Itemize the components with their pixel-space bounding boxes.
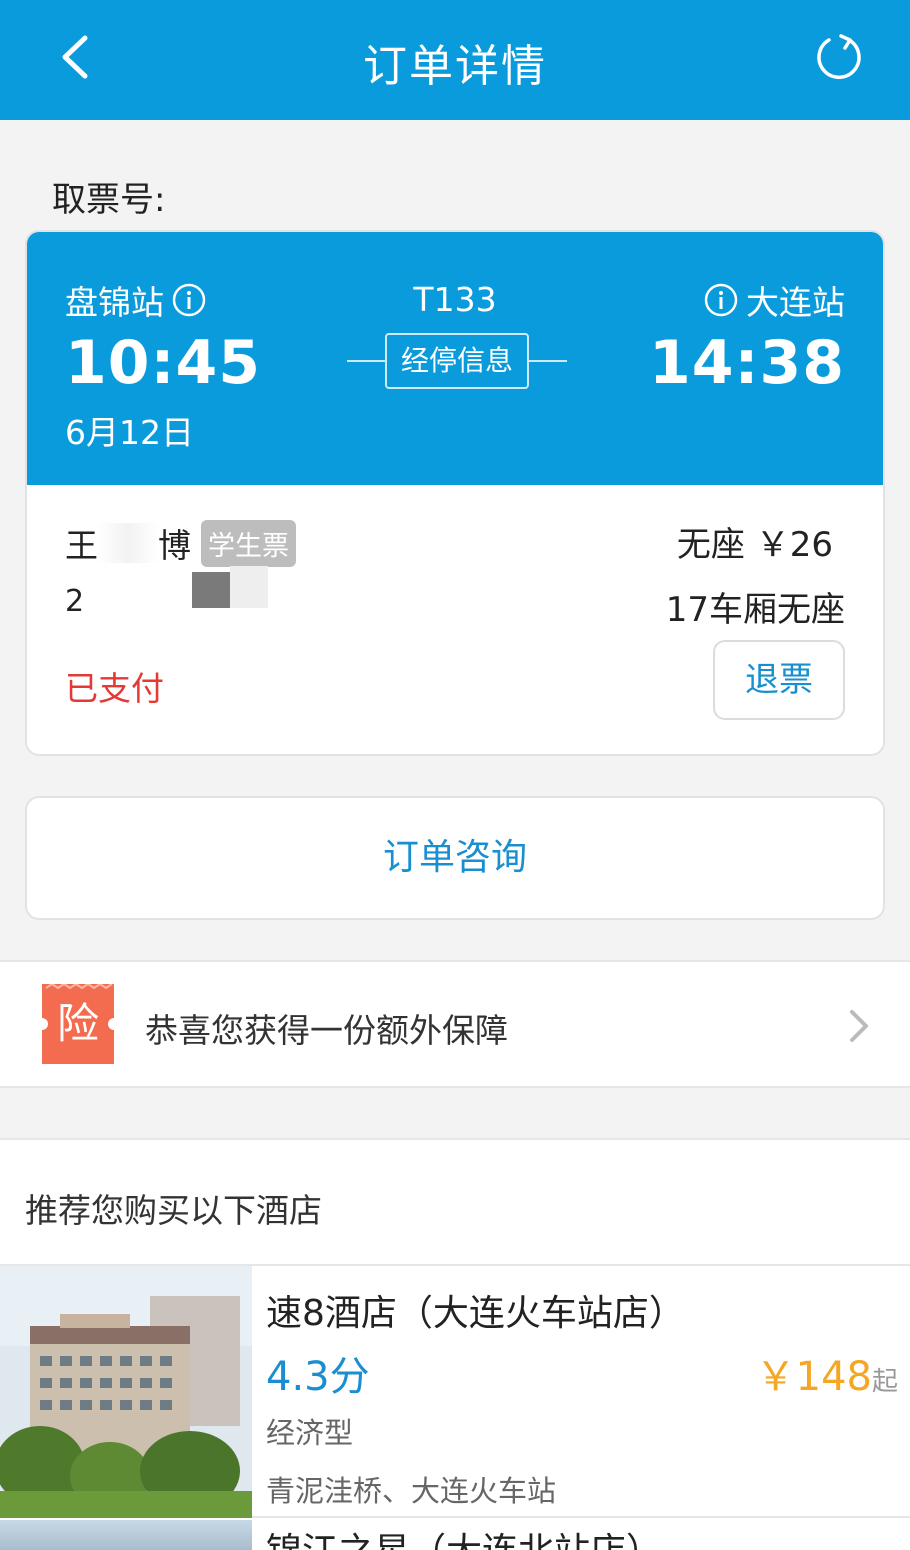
arrive-time: 14:38 — [649, 328, 845, 398]
insurance-text: 恭喜您获得一份额外保障 — [145, 1011, 508, 1050]
to-station-name: 大连站 — [746, 283, 845, 322]
hotel-image — [0, 1266, 252, 1518]
to-station[interactable]: 大连站 — [704, 276, 845, 324]
insurance-icon-char: 险 — [57, 999, 99, 1048]
divider — [347, 360, 387, 362]
redacted-area — [98, 523, 158, 563]
hotel-location: 青泥洼桥、大连火车站 — [266, 1474, 557, 1508]
order-consult-button[interactable]: 订单咨询 — [25, 796, 885, 920]
hotel-recommendations: 推荐您购买以下酒店 速8酒店（大连火车站店） 4.3分 ￥148起 经济型 青泥… — [0, 1138, 910, 1550]
app-header: 订单详情 — [0, 0, 910, 120]
insurance-banner[interactable]: 险 恭喜您获得一份额外保障 — [0, 960, 910, 1088]
hotel-name: 锦江之星（大连北站店） — [266, 1522, 662, 1550]
hotel-image — [0, 1520, 252, 1550]
page-title: 订单详情 — [363, 41, 547, 92]
hotel-price-suffix: 起 — [871, 1367, 898, 1397]
stops-info-button[interactable]: 经停信息 — [347, 333, 567, 389]
depart-time: 10:45 — [65, 328, 261, 398]
hotel-item[interactable]: 锦江之星（大连北站店） — [0, 1520, 910, 1550]
hotel-type: 经济型 — [266, 1416, 354, 1450]
divider — [527, 360, 567, 362]
info-icon[interactable] — [704, 283, 738, 317]
seat-price: 无座 ￥26 — [676, 525, 833, 565]
hotel-price: ￥148起 — [756, 1344, 898, 1402]
insurance-ticket-icon: 险 — [42, 984, 114, 1064]
depart-date: 6月12日 — [65, 413, 194, 452]
order-status: 已支付 — [65, 669, 164, 708]
hotel-name: 速8酒店（大连火车站店） — [266, 1293, 685, 1334]
passenger-name: 王 博 学生票 — [65, 519, 296, 567]
refresh-button[interactable] — [804, 22, 874, 92]
hotels-section-title: 推荐您购买以下酒店 — [25, 1191, 322, 1230]
ticket-card: 盘锦站 T133 大连站 10:45 14:38 6月12日 经停信息 王 博 … — [25, 230, 885, 756]
passenger-id: 2 — [65, 584, 85, 619]
ticket-type-badge: 学生票 — [201, 519, 296, 567]
seat-car: 17车厢无座 — [665, 590, 845, 630]
redacted-area — [192, 572, 230, 608]
pickup-number-label: 取票号: — [52, 180, 166, 220]
refund-button[interactable]: 退票 — [713, 640, 845, 720]
hotel-price-value: ￥148 — [755, 1354, 872, 1400]
hotel-item[interactable]: 速8酒店（大连火车站店） 4.3分 ￥148起 经济型 青泥洼桥、大连火车站 — [0, 1266, 910, 1518]
redacted-area — [230, 566, 268, 608]
passenger-name-first: 王 — [65, 526, 98, 565]
ticket-header: 盘锦站 T133 大连站 10:45 14:38 6月12日 经停信息 — [27, 232, 883, 485]
refresh-icon — [817, 34, 861, 79]
passenger-name-last: 博 — [158, 526, 191, 565]
hotel-score: 4.3分 — [266, 1354, 370, 1400]
chevron-right-icon — [850, 1010, 868, 1042]
stops-info-label: 经停信息 — [385, 333, 529, 389]
